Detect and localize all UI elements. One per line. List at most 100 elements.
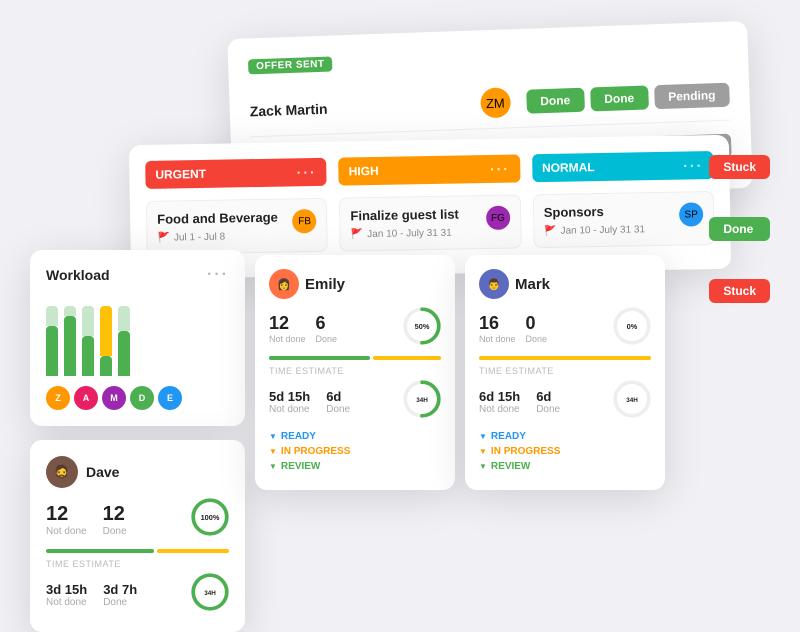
- emily-chevron-ip: ▼: [269, 447, 277, 456]
- mark-time: TIME ESTIMATE 6d 15h Not done 6d Done 34…: [479, 366, 651, 423]
- workload-bars: [46, 296, 229, 376]
- mark-avatar: 👨: [479, 269, 509, 299]
- mark-stat-notdone: 16 Not done: [479, 313, 516, 344]
- kanban-item-food[interactable]: Food and Beverage 🚩 Jul 1 - Jul 8 FB: [146, 198, 328, 255]
- emily-name: Emily: [305, 276, 345, 293]
- workload-dots[interactable]: ···: [207, 266, 229, 284]
- kanban-label-normal: NORMAL: [542, 160, 595, 175]
- emily-donut-svg: 50%: [403, 307, 441, 345]
- mark-donut2: 34H: [613, 380, 651, 423]
- bar-yellow-4: [100, 306, 112, 356]
- emily-chevron-review: ▼: [269, 462, 277, 471]
- mark-chevron-ip: ▼: [479, 447, 487, 456]
- dave-notdone-num: 12: [46, 503, 87, 526]
- workload-avatars: Z A M D E: [46, 386, 229, 410]
- bar-wrap-5: [118, 306, 130, 376]
- mark-review[interactable]: ▼ REVIEW: [479, 461, 651, 472]
- mark-stat-done: 0 Done: [526, 313, 548, 344]
- dave-name: Dave: [86, 464, 119, 480]
- mark-in-progress[interactable]: ▼ IN PROGRESS: [479, 446, 651, 457]
- kanban-col-urgent: URGENT ··· Food and Beverage 🚩 Jul 1 - J…: [145, 158, 328, 263]
- tag-pending-1: Pending: [654, 83, 730, 110]
- kanban-item-meta-food: 🚩 Jul 1 - Jul 8: [157, 230, 292, 243]
- avatar-zack: ZM: [480, 87, 511, 118]
- bar-light-3: [82, 306, 94, 336]
- mark-time-nd-sub: Not done: [479, 404, 520, 415]
- dave-header: 🧔 Dave: [46, 456, 229, 488]
- offer-badge: OFFER SENT: [248, 56, 333, 74]
- emily-time-label: TIME ESTIMATE: [269, 366, 441, 376]
- kanban-date-food: Jul 1 - Jul 8: [174, 232, 225, 244]
- bar-group-1: [46, 306, 58, 376]
- dave-prog-green: [46, 549, 154, 553]
- workload-title-text: Workload: [46, 267, 110, 283]
- mark-time-label: TIME ESTIMATE: [479, 366, 651, 376]
- kanban-header-normal: NORMAL ···: [532, 151, 714, 182]
- emily-in-progress[interactable]: ▼ IN PROGRESS: [269, 446, 441, 457]
- emily-time-nd-val: 5d 15h: [269, 389, 310, 404]
- dave-donut2-svg: 34H: [191, 573, 229, 611]
- svg-text:34H: 34H: [416, 397, 428, 404]
- mark-donut2-svg: 34H: [613, 380, 651, 418]
- mark-done-lbl: Done: [526, 334, 548, 344]
- emily-stat-notdone: 12 Not done: [269, 313, 306, 344]
- emily-time: TIME ESTIMATE 5d 15h Not done 6d Done 34…: [269, 366, 441, 423]
- dave-time-notdone-val: 3d 15h: [46, 582, 87, 597]
- emily-stats: 12 Not done 6 Done 50%: [269, 307, 441, 350]
- kanban-item-title-sponsors: Sponsors: [544, 203, 680, 220]
- mark-notdone-num: 16: [479, 313, 516, 334]
- kanban-dots-normal[interactable]: ···: [683, 157, 703, 173]
- kanban-item-sponsors[interactable]: Sponsors 🚩 Jan 10 - July 31 31 SP: [532, 191, 714, 248]
- dave-card: 🧔 Dave 12 Not done 12 Done 100%: [30, 440, 245, 632]
- kanban-avatar-sponsors: SP: [679, 202, 703, 226]
- dave-stat-notdone: 12 Not done: [46, 503, 87, 537]
- emily-time-row: 5d 15h Not done 6d Done 34H: [269, 380, 441, 423]
- bar-group-5: [118, 306, 130, 376]
- emily-chevron-ready: ▼: [269, 432, 277, 441]
- bar-green-2: [64, 316, 76, 376]
- tag-done-2: Done: [590, 85, 649, 111]
- kanban-item-title-guest: Finalize guest list: [350, 206, 486, 223]
- mark-card: 👨 Mark 16 Not done 0 Done 0% TIME EST: [465, 255, 665, 490]
- kanban-dots-urgent[interactable]: ···: [297, 164, 317, 180]
- kanban-dots-high[interactable]: ···: [490, 161, 510, 177]
- offer-name-zack: Zack Martin: [250, 95, 481, 119]
- dave-time-label: TIME ESTIMATE: [46, 559, 229, 569]
- emily-review-label: REVIEW: [281, 461, 320, 472]
- emily-time-done: 6d Done: [326, 389, 350, 415]
- kanban-header-urgent: URGENT ···: [145, 158, 327, 189]
- mark-name: Mark: [515, 276, 550, 293]
- dave-time-notdone: 3d 15h Not done: [46, 582, 87, 608]
- mark-donut-svg: 0%: [613, 307, 651, 345]
- bar-wrap-1: [46, 306, 58, 376]
- mark-ready[interactable]: ▼ READY: [479, 431, 651, 442]
- emily-ip-label: IN PROGRESS: [281, 446, 350, 457]
- kanban-label-urgent: URGENT: [155, 167, 206, 182]
- emily-done-lbl: Done: [316, 334, 338, 344]
- emily-prog-yellow: [373, 356, 441, 360]
- mark-header: 👨 Mark: [479, 269, 651, 299]
- emily-review[interactable]: ▼ REVIEW: [269, 461, 441, 472]
- dave-time-done-sub: Done: [103, 597, 137, 608]
- bar-group-4: [100, 306, 112, 376]
- bar-wrap-4: [100, 306, 112, 376]
- mark-time-d-val: 6d: [536, 389, 560, 404]
- emily-time-d-sub: Done: [326, 404, 350, 415]
- kanban-item-guest[interactable]: Finalize guest list 🚩 Jan 10 - July 31 3…: [339, 194, 521, 251]
- emily-donut: 50%: [403, 307, 441, 350]
- emily-card: 👩 Emily 12 Not done 6 Done 50%: [255, 255, 455, 490]
- emily-ready-label: READY: [281, 431, 316, 442]
- wl-avatar-4: D: [130, 386, 154, 410]
- emily-time-d-val: 6d: [326, 389, 350, 404]
- mark-time-row: 6d 15h Not done 6d Done 34H: [479, 380, 651, 423]
- dave-avatar: 🧔: [46, 456, 78, 488]
- mark-donut: 0%: [613, 307, 651, 350]
- workload-card: Workload ···: [30, 250, 245, 426]
- dave-donut2: 34H: [191, 573, 229, 616]
- emily-done-num: 6: [316, 313, 338, 334]
- emily-progress: [269, 356, 441, 360]
- svg-text:100%: 100%: [201, 513, 220, 522]
- emily-ready[interactable]: ▼ READY: [269, 431, 441, 442]
- emily-donut2-svg: 34H: [403, 380, 441, 418]
- dave-done-num: 12: [103, 503, 127, 526]
